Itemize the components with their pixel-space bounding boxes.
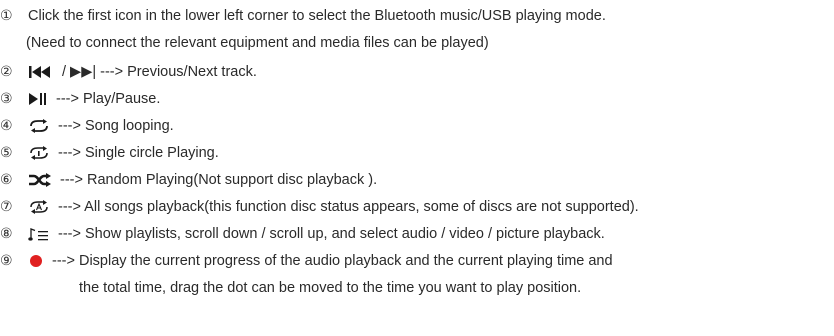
item-number: ⑥: [0, 172, 13, 188]
item-number: ⑨: [0, 253, 13, 269]
playlist-icon: [28, 226, 50, 242]
instruction-item-7: ⑦ ---> All songs playback(this function …: [0, 196, 639, 218]
item-text: ---> Display the current progress of the…: [52, 253, 613, 269]
item-text: ---> Random Playing(Not support disc pla…: [60, 172, 378, 188]
item-number: ⑦: [0, 199, 13, 215]
item-text: / ▶▶| ---> Previous/Next track.: [62, 64, 257, 80]
instruction-item-3: ③ ---> Play/Pause.: [0, 88, 160, 110]
item-text-continuation: the total time, drag the dot can be move…: [79, 280, 582, 296]
instruction-item-2: ② / ▶▶| ---> Previous/Next track.: [0, 61, 257, 83]
item-text: ---> Song looping.: [58, 118, 174, 134]
item-text: Click the first icon in the lower left c…: [28, 8, 606, 24]
item-text: ---> All songs playback(this function di…: [58, 199, 639, 215]
instruction-item-1-continuation: (Need to connect the relevant equipment …: [0, 32, 489, 54]
instruction-item-6: ⑥ ---> Random Playing(Not support disc p…: [0, 169, 377, 191]
item-number: ⑧: [0, 226, 13, 242]
play-pause-icon: [28, 92, 48, 106]
item-text: ---> Single circle Playing.: [58, 145, 219, 161]
item-text: ---> Play/Pause.: [56, 91, 161, 107]
item-number: ④: [0, 118, 13, 134]
item-number: ⑤: [0, 145, 13, 161]
all-songs-loop-icon: [28, 200, 50, 214]
single-loop-icon: [28, 146, 50, 160]
item-number: ①: [0, 8, 13, 24]
instruction-item-1: ① Click the first icon in the lower left…: [0, 5, 606, 27]
instruction-item-9: ⑨ ---> Display the current progress of t…: [0, 250, 613, 272]
instruction-item-5: ⑤ ---> Single circle Playing.: [0, 142, 219, 164]
instruction-item-4: ④ ---> Song looping.: [0, 115, 174, 137]
instruction-item-9-continuation: the total time, drag the dot can be move…: [0, 277, 581, 299]
instruction-item-8: ⑧ ---> Show playlists, scroll down / scr…: [0, 223, 605, 245]
item-number: ②: [0, 64, 13, 80]
song-loop-icon: [28, 119, 50, 133]
shuffle-icon: [28, 173, 52, 187]
item-text: ---> Show playlists, scroll down / scrol…: [58, 226, 605, 242]
item-number: ③: [0, 91, 13, 107]
item-text-continuation: (Need to connect the relevant equipment …: [26, 35, 489, 51]
previous-track-icon: [28, 65, 54, 79]
progress-dot-icon: [28, 254, 44, 268]
